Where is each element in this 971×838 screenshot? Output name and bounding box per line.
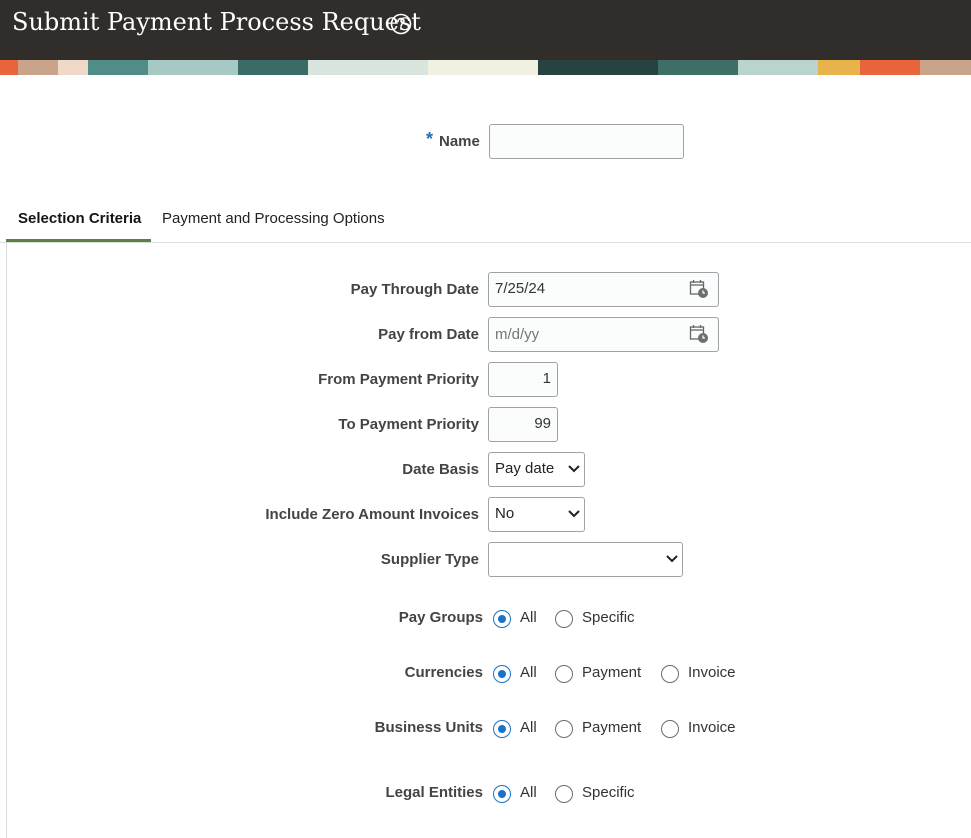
currencies-all-radio[interactable] <box>493 665 511 683</box>
legal-entities-all-radio[interactable] <box>493 785 511 803</box>
pay-groups-label: Pay Groups <box>398 609 483 626</box>
date-basis-label: Date Basis <box>402 461 479 478</box>
pay-through-date-label: Pay Through Date <box>350 281 479 298</box>
tab-payment-processing-options[interactable]: Payment and Processing Options <box>162 210 385 227</box>
calendar-icon[interactable] <box>689 324 709 344</box>
pay-through-date-input[interactable]: 7/25/24 <box>488 272 719 307</box>
name-input[interactable] <box>489 124 684 159</box>
business-units-invoice-label[interactable]: Invoice <box>688 719 736 736</box>
page-title: Submit Payment Process Request <box>12 8 421 36</box>
supplier-type-label: Supplier Type <box>380 551 479 568</box>
chevron-down-icon <box>568 510 580 518</box>
business-units-payment-label[interactable]: Payment <box>582 719 641 736</box>
currencies-payment-radio[interactable] <box>555 665 573 683</box>
date-basis-select[interactable]: Pay date <box>488 452 585 487</box>
currencies-all-label[interactable]: All <box>520 664 537 681</box>
required-indicator: * <box>426 129 434 149</box>
tab-divider <box>0 242 971 243</box>
tab-selection-criteria[interactable]: Selection Criteria <box>18 210 141 227</box>
legal-entities-all-label[interactable]: All <box>520 784 537 801</box>
pay-groups-specific-radio[interactable] <box>555 610 573 628</box>
currencies-invoice-radio[interactable] <box>661 665 679 683</box>
decorative-banner <box>0 60 971 75</box>
pay-groups-specific-label[interactable]: Specific <box>582 609 635 626</box>
name-label: Name <box>439 133 480 150</box>
legal-entities-specific-label[interactable]: Specific <box>582 784 635 801</box>
chevron-down-icon <box>568 465 580 473</box>
from-payment-priority-input[interactable]: 1 <box>488 362 558 397</box>
help-icon[interactable] <box>390 13 412 35</box>
business-units-invoice-radio[interactable] <box>661 720 679 738</box>
business-units-payment-radio[interactable] <box>555 720 573 738</box>
panel-border <box>6 243 7 838</box>
currencies-payment-label[interactable]: Payment <box>582 664 641 681</box>
pay-groups-all-label[interactable]: All <box>520 609 537 626</box>
business-units-all-radio[interactable] <box>493 720 511 738</box>
include-zero-amount-invoices-value: No <box>495 505 515 522</box>
legal-entities-label: Legal Entities <box>385 784 483 801</box>
chevron-down-icon <box>666 555 678 563</box>
pay-from-date-input[interactable] <box>488 317 719 352</box>
currencies-label: Currencies <box>404 664 483 681</box>
from-payment-priority-label: From Payment Priority <box>318 371 479 388</box>
date-basis-value: Pay date <box>495 460 555 477</box>
page-header: Submit Payment Process Request <box>0 0 971 60</box>
pay-from-date-label: Pay from Date <box>378 326 479 343</box>
legal-entities-specific-radio[interactable] <box>555 785 573 803</box>
currencies-invoice-label[interactable]: Invoice <box>688 664 736 681</box>
to-payment-priority-label: To Payment Priority <box>338 416 479 433</box>
calendar-icon[interactable] <box>689 279 709 299</box>
business-units-all-label[interactable]: All <box>520 719 537 736</box>
business-units-label: Business Units <box>374 719 483 736</box>
include-zero-amount-invoices-select[interactable]: No <box>488 497 585 532</box>
include-zero-amount-invoices-label: Include Zero Amount Invoices <box>265 506 479 523</box>
pay-groups-all-radio[interactable] <box>493 610 511 628</box>
supplier-type-select[interactable] <box>488 542 683 577</box>
to-payment-priority-input[interactable]: 99 <box>488 407 558 442</box>
